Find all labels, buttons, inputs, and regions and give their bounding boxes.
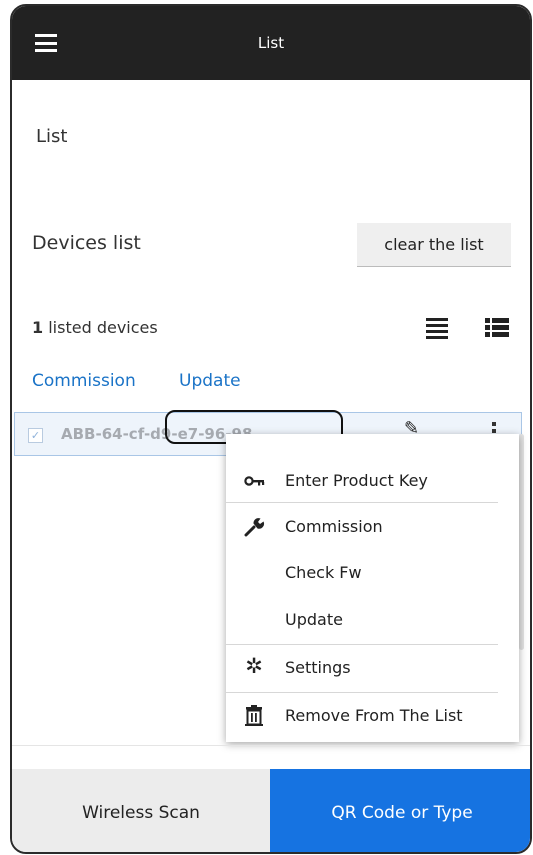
hamburger-icon[interactable] (35, 34, 57, 52)
trash-icon (242, 705, 266, 727)
device-count-number: 1 (32, 318, 44, 337)
gear-icon: ✲ (245, 654, 263, 678)
app-bar: List (12, 6, 530, 80)
menu-item-check-fw[interactable]: Check Fw (226, 550, 519, 596)
device-checkbox[interactable]: ✓ (28, 428, 43, 443)
menu-item-remove-from-list[interactable]: Remove From The List (226, 693, 519, 739)
list-view-icon[interactable] (426, 318, 448, 339)
phone-frame: List List Devices list clear the list 1 … (10, 4, 532, 854)
device-count-label: listed devices (43, 318, 158, 337)
menu-divider (226, 502, 498, 503)
update-link[interactable]: Update (179, 371, 241, 391)
menu-item-label: Settings (285, 658, 351, 677)
menu-item-label: Update (285, 610, 343, 629)
wireless-scan-button[interactable]: Wireless Scan (12, 769, 270, 852)
menu-item-label: Remove From The List (285, 706, 463, 725)
menu-item-enter-product-key[interactable]: Enter Product Key (226, 458, 519, 504)
menu-item-label: Check Fw (285, 563, 362, 582)
key-icon (242, 470, 266, 492)
menu-item-label: Enter Product Key (285, 471, 428, 490)
detail-view-icon[interactable] (485, 318, 509, 338)
menu-item-commission[interactable]: Commission (226, 504, 519, 550)
context-menu: Enter Product Key Commission Check Fw Up… (226, 434, 519, 742)
devices-list-heading: Devices list (32, 232, 141, 254)
bottom-divider (12, 745, 530, 746)
scrollbar[interactable] (519, 434, 524, 650)
device-count: 1 listed devices (32, 318, 158, 337)
app-bar-title: List (257, 34, 285, 52)
menu-item-label: Commission (285, 517, 383, 536)
clear-list-button[interactable]: clear the list (357, 223, 511, 267)
section-title: List (36, 126, 68, 147)
qr-code-button[interactable]: QR Code or Type (270, 769, 530, 852)
wrench-icon (242, 516, 266, 538)
menu-item-settings[interactable]: ✲ Settings (226, 645, 519, 691)
commission-link[interactable]: Commission (32, 371, 136, 391)
menu-item-update[interactable]: Update (226, 597, 519, 643)
